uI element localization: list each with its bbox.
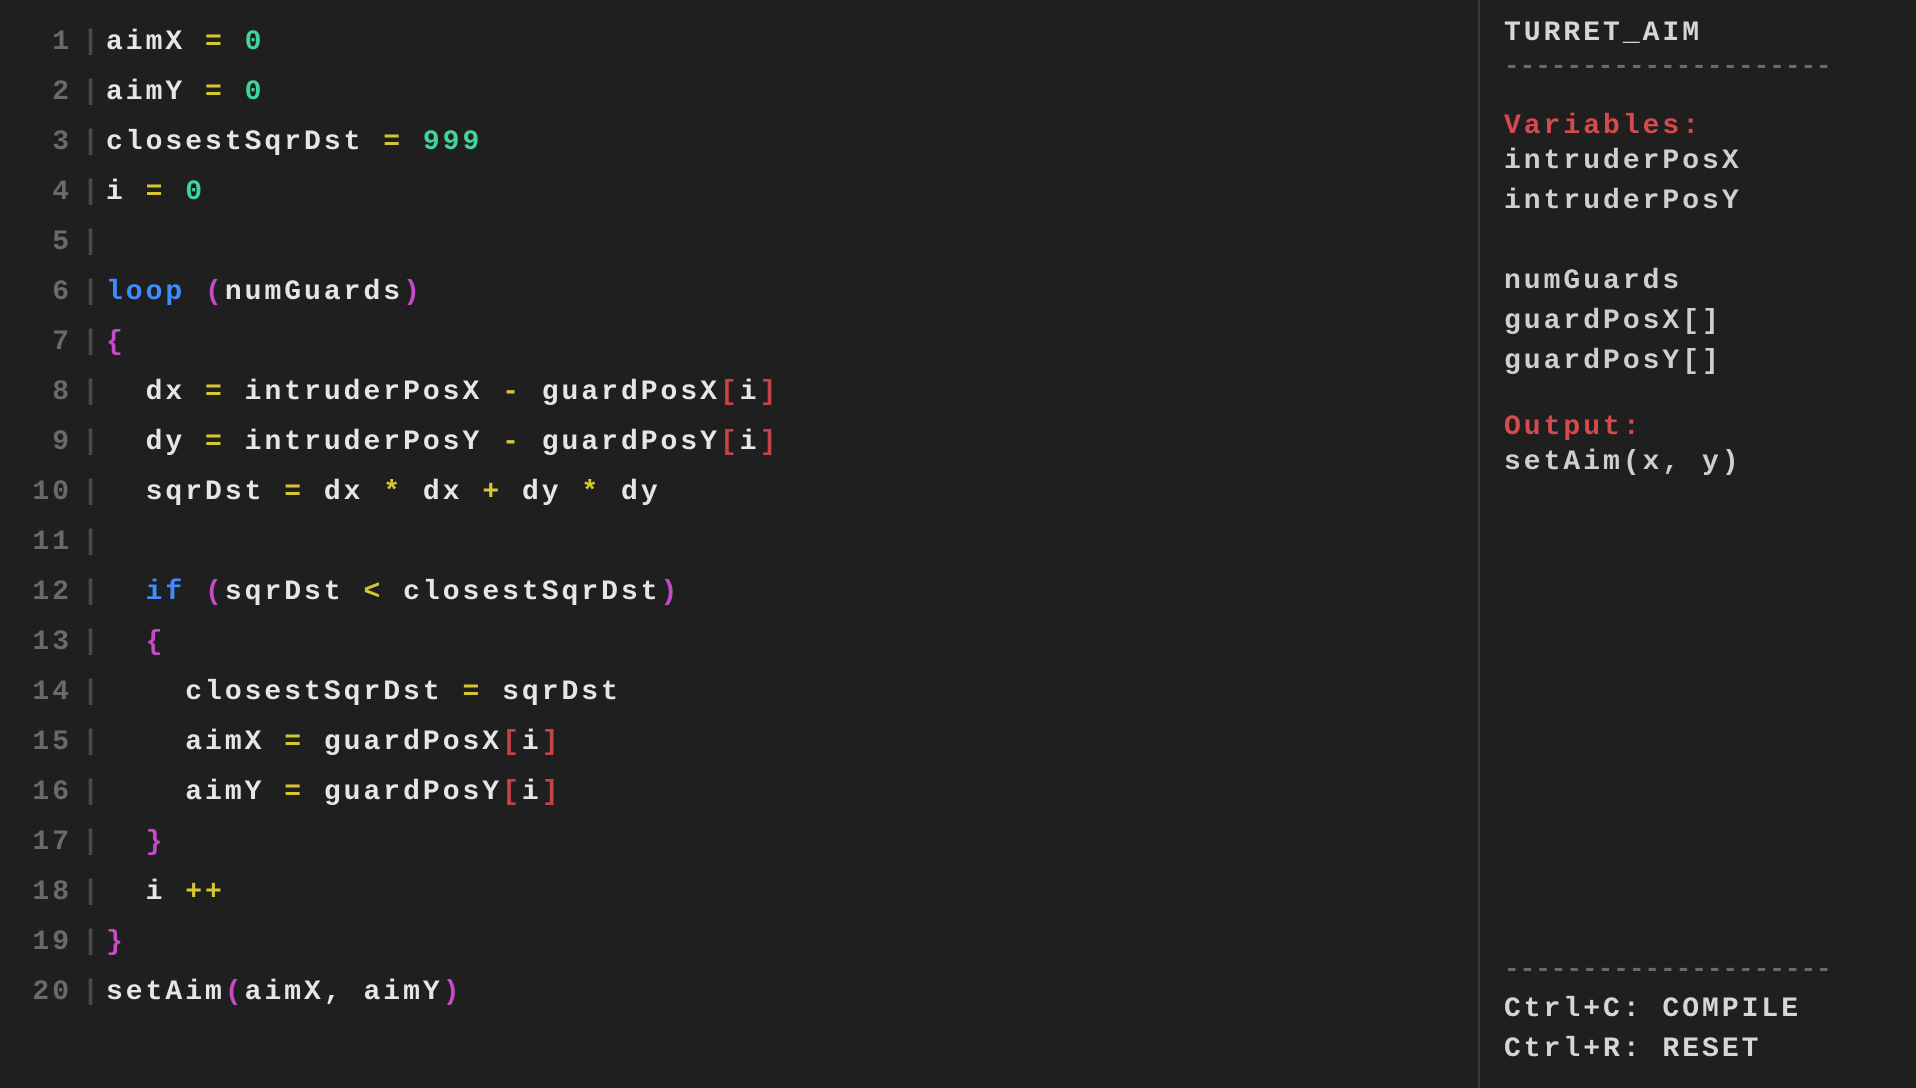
code-line[interactable]: 11| (0, 518, 1468, 568)
gutter-pipe: | (78, 118, 106, 168)
line-number: 9 (0, 418, 78, 468)
variable-item: intruderPosY (1504, 182, 1902, 222)
code-line[interactable]: 17| } (0, 818, 1468, 868)
code-line[interactable]: 1|aimX = 0 (0, 18, 1468, 68)
line-number: 6 (0, 268, 78, 318)
code-line[interactable]: 10| sqrDst = dx * dx + dy * dy (0, 468, 1468, 518)
code-line[interactable]: 20|setAim(aimX, aimY) (0, 968, 1468, 1018)
line-number: 1 (0, 18, 78, 68)
code-editor[interactable]: 1|aimX = 02|aimY = 03|closestSqrDst = 99… (0, 0, 1480, 1088)
shortcut-item: Ctrl+C: COMPILE (1504, 990, 1902, 1030)
variable-item: guardPosY[] (1504, 342, 1902, 382)
code-text[interactable]: aimY = guardPosY[i] (106, 768, 562, 818)
code-line[interactable]: 16| aimY = guardPosY[i] (0, 768, 1468, 818)
gutter-pipe: | (78, 18, 106, 68)
code-line[interactable]: 19|} (0, 918, 1468, 968)
output-heading: Output: (1504, 412, 1902, 443)
code-line[interactable]: 18| i ++ (0, 868, 1468, 918)
variables-list: intruderPosXintruderPosY numGuardsguardP… (1504, 142, 1902, 382)
gutter-pipe: | (78, 918, 106, 968)
gutter-pipe: | (78, 868, 106, 918)
line-number: 19 (0, 918, 78, 968)
variable-item (1504, 222, 1902, 262)
gutter-pipe: | (78, 518, 106, 568)
shortcuts-list: Ctrl+C: COMPILECtrl+R: RESET (1504, 990, 1902, 1070)
code-line[interactable]: 13| { (0, 618, 1468, 668)
variable-item: guardPosX[] (1504, 302, 1902, 342)
code-text[interactable]: i = 0 (106, 168, 205, 218)
gutter-pipe: | (78, 668, 106, 718)
line-number: 13 (0, 618, 78, 668)
code-line[interactable]: 2|aimY = 0 (0, 68, 1468, 118)
code-line[interactable]: 6|loop (numGuards) (0, 268, 1468, 318)
line-number: 12 (0, 568, 78, 618)
code-text[interactable]: if (sqrDst < closestSqrDst) (106, 568, 680, 618)
code-line[interactable]: 9| dy = intruderPosY - guardPosY[i] (0, 418, 1468, 468)
code-text[interactable]: closestSqrDst = sqrDst (106, 668, 621, 718)
line-number: 16 (0, 768, 78, 818)
shortcut-item: Ctrl+R: RESET (1504, 1030, 1902, 1070)
code-text[interactable]: dx = intruderPosX - guardPosX[i] (106, 368, 779, 418)
gutter-pipe: | (78, 368, 106, 418)
gutter-pipe: | (78, 268, 106, 318)
gutter-pipe: | (78, 768, 106, 818)
code-text[interactable]: { (106, 318, 126, 368)
code-text[interactable]: aimX = 0 (106, 18, 264, 68)
code-line[interactable]: 4|i = 0 (0, 168, 1468, 218)
gutter-pipe: | (78, 968, 106, 1018)
code-text[interactable]: dy = intruderPosY - guardPosY[i] (106, 418, 779, 468)
gutter-pipe: | (78, 818, 106, 868)
sidebar-divider: --------------------- (1504, 51, 1902, 81)
code-text[interactable]: sqrDst = dx * dx + dy * dy (106, 468, 661, 518)
line-number: 18 (0, 868, 78, 918)
code-text[interactable]: aimY = 0 (106, 68, 264, 118)
line-number: 10 (0, 468, 78, 518)
code-line[interactable]: 7|{ (0, 318, 1468, 368)
gutter-pipe: | (78, 718, 106, 768)
gutter-pipe: | (78, 168, 106, 218)
code-line[interactable]: 3|closestSqrDst = 999 (0, 118, 1468, 168)
gutter-pipe: | (78, 218, 106, 268)
line-number: 7 (0, 318, 78, 368)
code-text[interactable]: } (106, 818, 165, 868)
gutter-pipe: | (78, 468, 106, 518)
variable-item: intruderPosX (1504, 142, 1902, 182)
gutter-pipe: | (78, 568, 106, 618)
gutter-pipe: | (78, 618, 106, 668)
variable-item: numGuards (1504, 262, 1902, 302)
code-line[interactable]: 8| dx = intruderPosX - guardPosX[i] (0, 368, 1468, 418)
code-text[interactable]: aimX = guardPosX[i] (106, 718, 562, 768)
gutter-pipe: | (78, 68, 106, 118)
sidebar-divider-bottom: --------------------- (1504, 954, 1902, 984)
sidebar-title: TURRET_AIM (1504, 18, 1902, 49)
output-signature: setAim(x, y) (1504, 443, 1902, 483)
code-text[interactable]: } (106, 918, 126, 968)
line-number: 20 (0, 968, 78, 1018)
code-text[interactable]: { (106, 618, 165, 668)
line-number: 2 (0, 68, 78, 118)
line-number: 11 (0, 518, 78, 568)
code-text[interactable]: loop (numGuards) (106, 268, 423, 318)
line-number: 14 (0, 668, 78, 718)
sidebar-panel: TURRET_AIM --------------------- Variabl… (1480, 0, 1916, 1088)
code-line[interactable]: 5| (0, 218, 1468, 268)
gutter-pipe: | (78, 318, 106, 368)
code-line[interactable]: 12| if (sqrDst < closestSqrDst) (0, 568, 1468, 618)
code-line[interactable]: 15| aimX = guardPosX[i] (0, 718, 1468, 768)
code-line[interactable]: 14| closestSqrDst = sqrDst (0, 668, 1468, 718)
gutter-pipe: | (78, 418, 106, 468)
line-number: 5 (0, 218, 78, 268)
line-number: 15 (0, 718, 78, 768)
code-text[interactable]: setAim(aimX, aimY) (106, 968, 463, 1018)
code-text[interactable]: closestSqrDst = 999 (106, 118, 482, 168)
variables-heading: Variables: (1504, 111, 1902, 142)
line-number: 8 (0, 368, 78, 418)
line-number: 17 (0, 818, 78, 868)
code-text[interactable]: i ++ (106, 868, 225, 918)
line-number: 4 (0, 168, 78, 218)
line-number: 3 (0, 118, 78, 168)
